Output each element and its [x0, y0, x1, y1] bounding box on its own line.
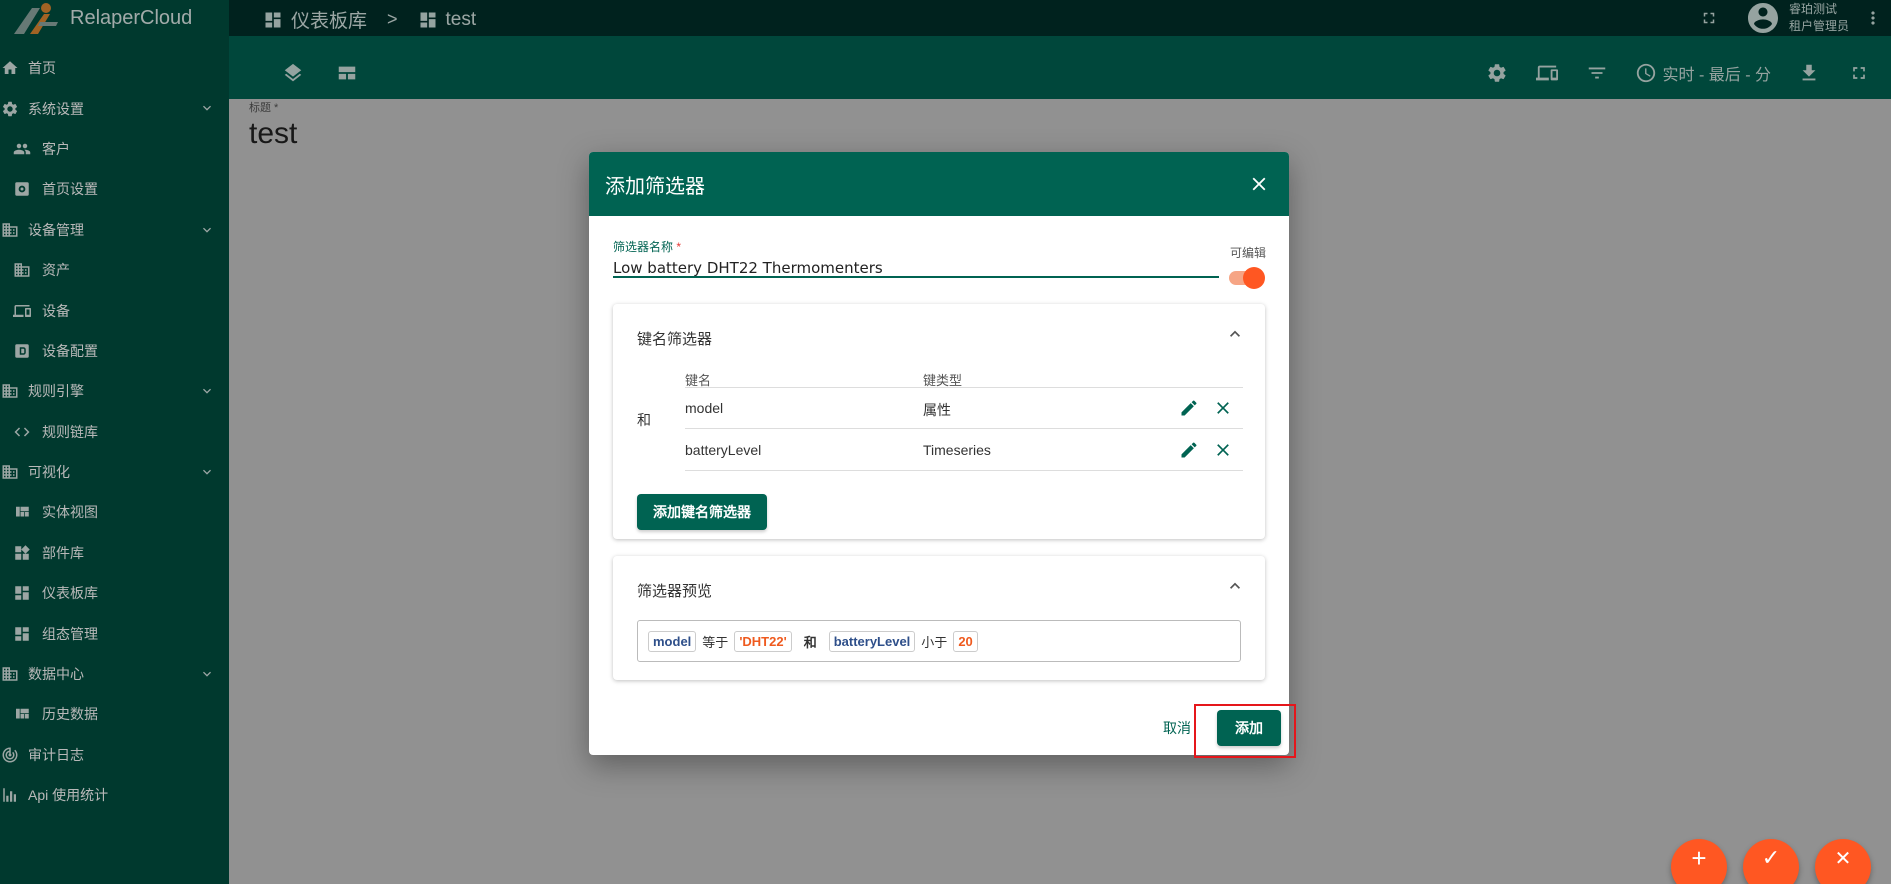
dialog-header: 添加筛选器	[589, 152, 1289, 216]
filter-name-input[interactable]: Low battery DHT22 Thermomenters	[613, 259, 1219, 277]
cancel-button[interactable]: 取消	[1163, 718, 1191, 738]
key-filters-panel: 键名筛选器 键名 键类型 和 model 属性 batteryLevel Tim…	[613, 304, 1265, 539]
preview-value-chip: 20	[953, 630, 978, 652]
table-row: batteryLevel Timeseries	[685, 430, 1243, 471]
column-key-type: 键类型	[923, 373, 963, 388]
column-key: 键名	[685, 373, 712, 388]
editable-toggle-group: 可编辑	[1227, 244, 1269, 289]
filter-name-label: 筛选器名称 *	[613, 238, 1219, 255]
required-marker: *	[676, 240, 682, 254]
key-filters-title: 键名筛选器	[637, 331, 713, 348]
plus-icon: +	[1691, 842, 1707, 873]
add-filter-dialog: 添加筛选器 筛选器名称 * Low battery DHT22 Thermome…	[589, 152, 1289, 755]
preview-key-chip: batteryLevel	[828, 630, 916, 652]
dialog-title: 添加筛选器	[605, 175, 705, 198]
filter-preview-panel: 筛选器预览 model 等于 'DHT22' 和 batteryLevel 小于…	[613, 556, 1265, 680]
chevron-up-icon[interactable]	[1225, 324, 1245, 344]
editable-label: 可编辑	[1229, 246, 1266, 260]
highlight-box	[1194, 704, 1296, 758]
edit-icon[interactable]	[1177, 438, 1201, 462]
preview-operator: 等于	[702, 634, 729, 650]
key-name: batteryLevel	[685, 442, 762, 458]
key-name: model	[685, 400, 724, 416]
preview-key-chip: model	[648, 630, 697, 652]
key-type: 属性	[923, 402, 951, 418]
preview-value-chip: 'DHT22'	[734, 630, 792, 652]
preview-and: 和	[803, 634, 817, 650]
filter-preview-title: 筛选器预览	[637, 583, 713, 600]
table-row: model 属性	[685, 388, 1243, 429]
editable-toggle[interactable]	[1227, 267, 1265, 289]
close-icon[interactable]	[1245, 170, 1273, 198]
delete-icon[interactable]	[1211, 438, 1235, 462]
toggle-knob	[1243, 267, 1265, 289]
filter-preview-box: model 等于 'DHT22' 和 batteryLevel 小于 20	[637, 620, 1241, 662]
operator-label: 和	[637, 412, 651, 428]
add-key-filter-button[interactable]: 添加键名筛选器	[637, 494, 767, 530]
filter-name-label-text: 筛选器名称	[613, 240, 674, 254]
key-filters-header: 键名 键类型	[685, 368, 1243, 388]
preview-operator: 小于	[921, 634, 948, 650]
filter-name-field[interactable]: 筛选器名称 * Low battery DHT22 Thermomenters	[613, 238, 1219, 278]
key-type: Timeseries	[923, 442, 991, 458]
delete-icon[interactable]	[1211, 396, 1235, 420]
edit-icon[interactable]	[1177, 396, 1201, 420]
close-icon: ✕	[1834, 847, 1852, 870]
check-icon: ✓	[1761, 845, 1781, 870]
chevron-up-icon[interactable]	[1225, 576, 1245, 596]
